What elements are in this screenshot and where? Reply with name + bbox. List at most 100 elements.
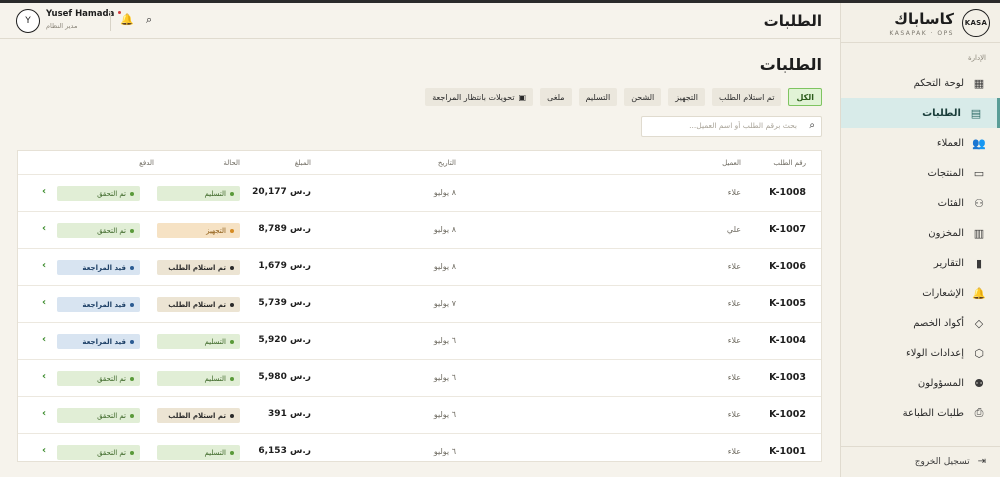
table-row[interactable]: K-1003 علاء ٦ يوليو 5,980 ر.س التسليم تم التح… bbox=[18, 360, 821, 397]
tab-label: التسليم bbox=[585, 92, 611, 102]
sidebar-item-loyalty[interactable]: ⬡ إعدادات الولاء bbox=[841, 338, 1000, 368]
payment-badge: تم التحقق bbox=[57, 445, 140, 460]
status-badge: تم استلام الطلب bbox=[157, 297, 240, 312]
search-box: ⌕ bbox=[641, 116, 822, 137]
sidebar-item-admins[interactable]: ⚉ المسؤولون bbox=[841, 368, 1000, 398]
chevron-left-icon[interactable]: ‹ bbox=[42, 186, 46, 197]
order-amount: 1,679 ر.س bbox=[258, 261, 311, 271]
chevron-left-icon[interactable]: ‹ bbox=[42, 445, 46, 456]
table-row[interactable]: K-1001 علاء ٦ يوليو 6,153 ر.س التسليم تم التح… bbox=[18, 434, 821, 461]
payment-badge: تم التحقق bbox=[57, 186, 140, 201]
tab-filter[interactable]: الشحن bbox=[624, 88, 662, 106]
payment-badge: قيد المراجعة bbox=[57, 260, 140, 275]
order-amount: 391 ر.س bbox=[268, 409, 311, 419]
chevron-left-icon[interactable]: ‹ bbox=[42, 260, 46, 271]
logo[interactable]: KASA bbox=[962, 9, 990, 37]
dashboard-icon: ▦ bbox=[973, 76, 985, 90]
status-badge: تم استلام الطلب bbox=[157, 260, 240, 275]
sidebar-item-label: إعدادات الولاء bbox=[906, 347, 964, 359]
table-row[interactable]: K-1002 علاء ٦ يوليو 391 ر.س تم استلام الطلب ت… bbox=[18, 397, 821, 434]
order-id: K-1007 bbox=[769, 224, 806, 235]
table-row[interactable]: K-1008 علاء ٨ يوليو 20,177 ر.س التسليم تم الت… bbox=[18, 175, 821, 212]
status-label: التسليم bbox=[204, 448, 226, 457]
order-id: K-1001 bbox=[769, 446, 806, 457]
tab-filter[interactable]: الكل bbox=[788, 88, 822, 106]
inventory-icon: ▥ bbox=[973, 226, 985, 240]
sidebar-item-discount-tag[interactable]: ◇ أكواد الخصم bbox=[841, 308, 1000, 338]
sidebar-item-inventory[interactable]: ▥ المخزون bbox=[841, 218, 1000, 248]
sidebar-item-label: المسؤولون bbox=[917, 377, 964, 389]
status-label: التسليم bbox=[204, 374, 226, 383]
order-date: ٦ يوليو bbox=[433, 447, 456, 456]
status-dot bbox=[130, 376, 134, 381]
sidebar-item-orders[interactable]: ▤ الطلبات bbox=[841, 98, 1000, 128]
chevron-left-icon[interactable]: ‹ bbox=[42, 297, 46, 308]
tab-filter[interactable]: التجهيز bbox=[668, 88, 706, 106]
sidebar-item-label: الطلبات bbox=[922, 107, 961, 119]
payment-label: قيد المراجعة bbox=[82, 263, 126, 272]
sidebar-item-printer[interactable]: ⎙ طلبات الطباعة bbox=[841, 398, 1000, 428]
search-icon[interactable]: ⌕ bbox=[146, 13, 152, 27]
order-amount: 6,153 ر.س bbox=[258, 446, 311, 456]
payment-label: تم التحقق bbox=[97, 226, 126, 235]
table-row[interactable]: K-1006 علاء ٨ يوليو 1,679 ر.س تم استلام الطل… bbox=[18, 249, 821, 286]
customer-name: علاء bbox=[727, 447, 741, 456]
payment-badge: تم التحقق bbox=[57, 223, 140, 238]
sidebar-item-label: أكواد الخصم bbox=[913, 317, 964, 329]
avatar[interactable]: Y bbox=[16, 9, 40, 33]
tab-filter[interactable]: التسليم bbox=[578, 88, 618, 106]
filter-tabs: الكل تم استلام الطلب التجهيز الشحن التسليم مل… bbox=[425, 88, 822, 106]
search-input[interactable] bbox=[647, 121, 797, 130]
sidebar-item-dashboard[interactable]: ▦ لوحة التحكم bbox=[841, 68, 1000, 98]
status-dot bbox=[230, 191, 234, 196]
user-name: Yusef Hamada bbox=[46, 9, 115, 19]
tab-filter[interactable]: ملغى bbox=[540, 88, 572, 106]
customer-name: علاء bbox=[727, 188, 741, 197]
header: Y Yusef Hamada مدير النظام 🔔 ⌕ الطلبات bbox=[0, 3, 840, 39]
payment-badge: قيد المراجعة bbox=[57, 334, 140, 349]
order-id: K-1002 bbox=[769, 409, 806, 420]
logout-button[interactable]: ⇥ تسجيل الخروج bbox=[915, 456, 986, 467]
table-row[interactable]: K-1007 علي ٨ يوليو 8,789 ر.س التجهيز تم التحق… bbox=[18, 212, 821, 249]
sidebar-item-reports[interactable]: ▮ التقارير bbox=[841, 248, 1000, 278]
logout-icon: ⇥ bbox=[977, 456, 986, 467]
categories-icon: ⚇ bbox=[974, 196, 984, 210]
receipt-icon: ▣ bbox=[518, 92, 527, 102]
sidebar-item-products[interactable]: ▭ المنتجات bbox=[841, 158, 1000, 188]
status-label: التسليم bbox=[204, 189, 226, 198]
sidebar-item-label: المخزون bbox=[928, 227, 964, 239]
sidebar-item-label: العملاء bbox=[936, 137, 964, 149]
payment-badge: قيد المراجعة bbox=[57, 297, 140, 312]
tab-label: الكل bbox=[796, 92, 814, 102]
status-badge: التجهيز bbox=[157, 223, 240, 238]
status-badge: التسليم bbox=[157, 371, 240, 386]
sidebar-item-categories[interactable]: ⚇ الفئات bbox=[841, 188, 1000, 218]
tab-label: ملغى bbox=[547, 92, 565, 102]
order-date: ٨ يوليو bbox=[433, 188, 456, 197]
order-date: ٧ يوليو bbox=[433, 299, 456, 308]
chevron-left-icon[interactable]: ‹ bbox=[42, 223, 46, 234]
order-amount: 5,980 ر.س bbox=[258, 372, 311, 382]
payment-label: قيد المراجعة bbox=[82, 337, 126, 346]
status-label: التجهيز bbox=[206, 226, 226, 235]
chevron-left-icon[interactable]: ‹ bbox=[42, 408, 46, 419]
chevron-left-icon[interactable]: ‹ bbox=[42, 371, 46, 382]
sidebar-item-customers[interactable]: 👥 العملاء bbox=[841, 128, 1000, 158]
sidebar-item-notifications[interactable]: 🔔 الإشعارات bbox=[841, 278, 1000, 308]
status-dot bbox=[130, 228, 134, 233]
status-badge: التسليم bbox=[157, 334, 240, 349]
sidebar: KASA كاساباك KASAPAK · OPS الإدارة ▦ لوحة… bbox=[840, 3, 1000, 477]
chevron-left-icon[interactable]: ‹ bbox=[42, 334, 46, 345]
order-date: ٦ يوليو bbox=[433, 336, 456, 345]
brand-name: كاساباك bbox=[894, 10, 954, 28]
header-customer: العميل bbox=[722, 159, 741, 167]
tab-filter[interactable]: تم استلام الطلب bbox=[712, 88, 782, 106]
header-title: الطلبات bbox=[763, 12, 822, 30]
tab-filter[interactable]: ▣ تحويلات بانتظار المراجعة bbox=[425, 88, 534, 106]
table-row[interactable]: K-1004 علاء ٦ يوليو 5,920 ر.س التسليم قيد الم… bbox=[18, 323, 821, 360]
status-dot bbox=[130, 339, 134, 344]
bell-icon[interactable]: 🔔 bbox=[120, 13, 134, 26]
order-date: ٨ يوليو bbox=[433, 225, 456, 234]
customer-name: علاء bbox=[727, 410, 741, 419]
table-row[interactable]: K-1005 علاء ٧ يوليو 5,739 ر.س تم استلام الطل… bbox=[18, 286, 821, 323]
